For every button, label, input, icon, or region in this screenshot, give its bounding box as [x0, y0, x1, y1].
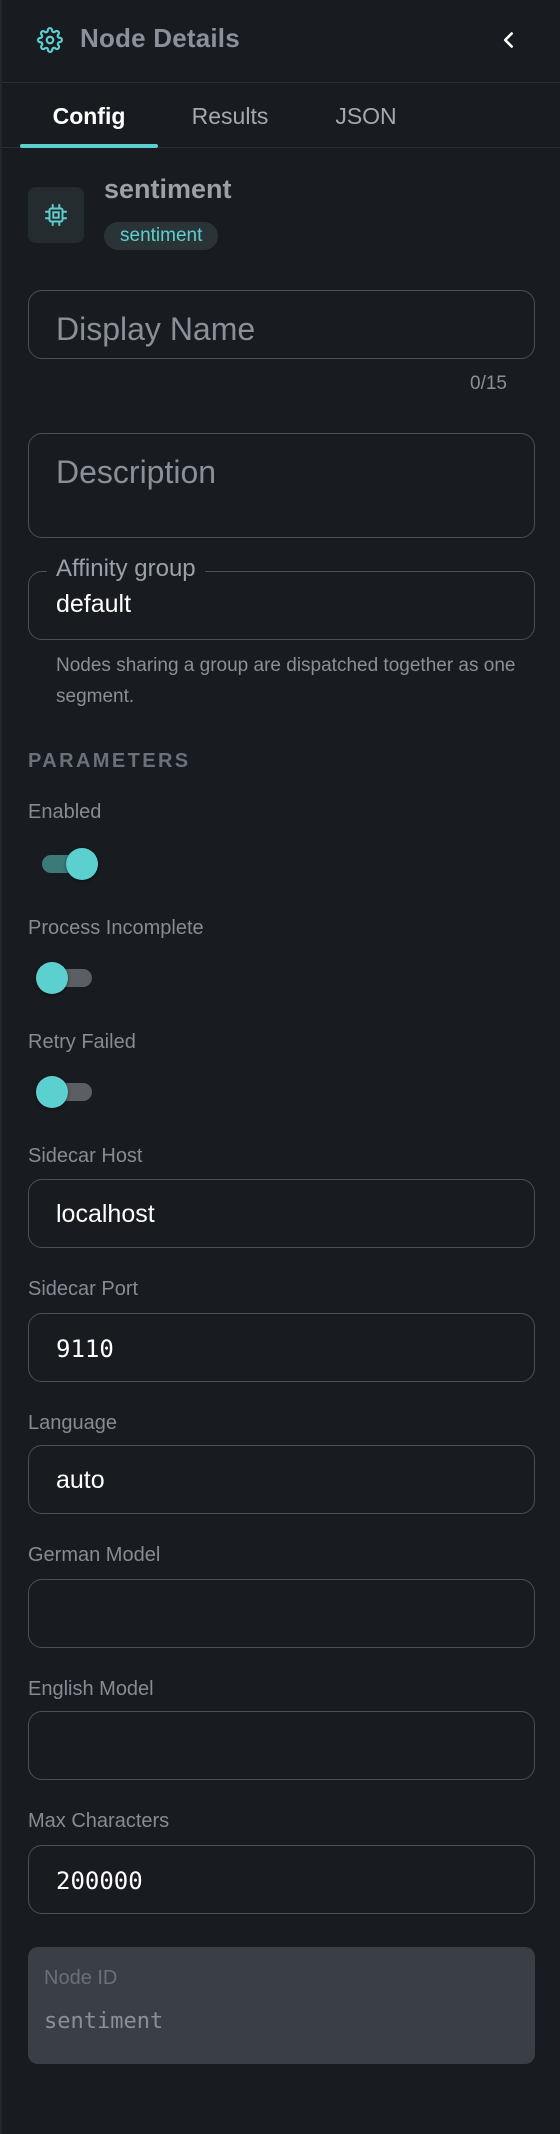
node-id-value: sentiment: [44, 2009, 164, 2034]
description-placeholder: Description: [56, 454, 217, 490]
chip-icon: [28, 187, 84, 243]
display-name-placeholder: Display Name: [56, 311, 256, 347]
enabled-toggle[interactable]: [36, 846, 98, 882]
tab-bar: Config Results JSON: [2, 84, 560, 148]
parameters-section-title: PARAMETERS: [28, 750, 191, 772]
toggle-thumb: [36, 1076, 68, 1108]
display-name-field[interactable]: Display Name: [28, 290, 535, 359]
sidecar-port-field[interactable]: 9110: [28, 1313, 535, 1382]
chevron-left-icon[interactable]: [496, 27, 522, 53]
gear-icon: [37, 27, 63, 53]
character-counter: 0/15: [470, 373, 507, 394]
node-type-chip: sentiment: [104, 222, 219, 250]
german-model-label: German Model: [28, 1544, 161, 1566]
toggle-thumb: [36, 962, 68, 994]
sidecar-port-label: Sidecar Port: [28, 1278, 139, 1300]
sidecar-host-label: Sidecar Host: [28, 1145, 143, 1167]
max-characters-label: Max Characters: [28, 1810, 170, 1832]
panel-header: Node Details: [2, 0, 560, 83]
retry-failed-toggle[interactable]: [36, 1074, 94, 1110]
affinity-helper-text: Nodes sharing a group are dispatched tog…: [56, 655, 516, 707]
english-model-label: English Model: [28, 1678, 154, 1700]
affinity-group-label: Affinity group: [47, 555, 205, 583]
node-details-panel: Node Details Config Results JSON sentime…: [0, 0, 560, 2134]
english-model-field[interactable]: [28, 1711, 535, 1780]
tab-config[interactable]: Config: [20, 84, 158, 148]
sidecar-host-field[interactable]: localhost: [28, 1179, 535, 1248]
language-value: auto: [56, 1466, 105, 1494]
node-id-box: Node ID sentiment: [28, 1947, 535, 2064]
language-field[interactable]: auto: [28, 1445, 535, 1514]
tab-results[interactable]: Results: [158, 84, 302, 148]
process-incomplete-toggle[interactable]: [36, 960, 94, 996]
enabled-label: Enabled: [28, 801, 102, 823]
affinity-group-field[interactable]: Affinity group default: [28, 555, 535, 640]
description-field[interactable]: Description: [28, 433, 535, 538]
active-tab-indicator: [20, 144, 158, 148]
german-model-field[interactable]: [28, 1579, 535, 1648]
toggle-thumb: [66, 848, 98, 880]
language-label: Language: [28, 1412, 117, 1434]
sidecar-host-value: localhost: [56, 1200, 155, 1228]
affinity-group-value: default: [56, 590, 132, 618]
max-characters-value: 200000: [56, 1867, 143, 1895]
panel-title: Node Details: [80, 23, 240, 53]
process-incomplete-label: Process Incomplete: [28, 917, 204, 939]
retry-failed-label: Retry Failed: [28, 1031, 136, 1053]
sidecar-port-value: 9110: [56, 1335, 114, 1363]
node-id-label: Node ID: [44, 1967, 118, 1989]
tab-json[interactable]: JSON: [302, 84, 430, 148]
max-characters-field[interactable]: 200000: [28, 1845, 535, 1914]
node-name: sentiment: [104, 174, 232, 204]
